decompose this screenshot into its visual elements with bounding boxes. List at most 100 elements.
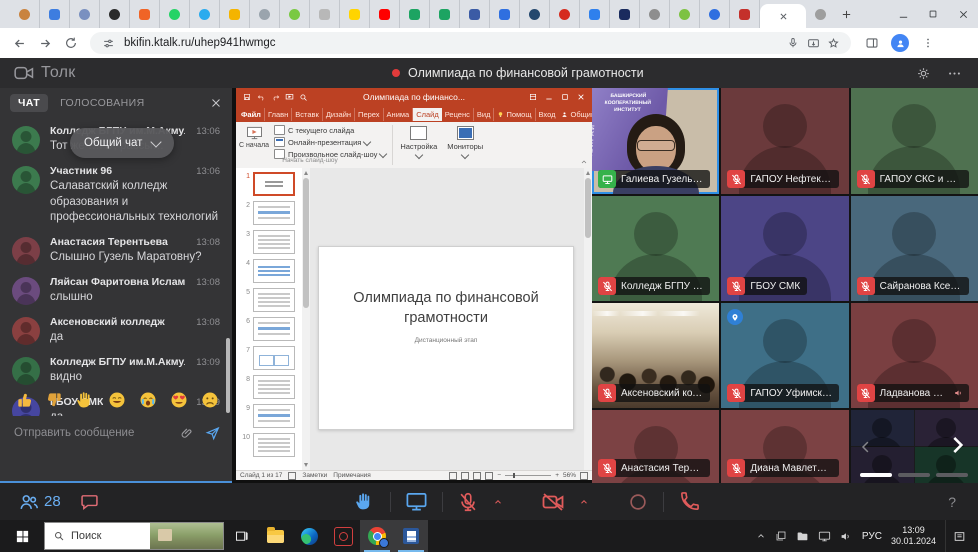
ppt-tab-помощ[interactable]: Помощ — [494, 108, 535, 121]
ribbon-row-button[interactable]: Онлайн-презентация — [274, 137, 386, 147]
profile-avatar[interactable] — [891, 34, 909, 52]
scroll-up-icon[interactable] — [304, 171, 308, 175]
url-text[interactable]: bkifin.ktalk.ru/uhep941hwmgc — [124, 37, 783, 49]
edge-button[interactable] — [292, 520, 326, 552]
ppt-tab-вход[interactable]: Вход — [536, 108, 559, 121]
frown-reaction-icon[interactable] — [200, 390, 220, 410]
ppt-tab-общий доступ[interactable]: Общий доступ — [558, 108, 592, 121]
tab-favicon-19[interactable] — [550, 0, 580, 28]
minimize-icon[interactable] — [888, 0, 918, 28]
participant-tile[interactable]: Диана Мавлетбер... — [721, 410, 848, 483]
notification-center-button[interactable] — [945, 520, 972, 552]
view-slideshow-icon[interactable] — [485, 472, 493, 480]
record-button[interactable] — [627, 491, 649, 513]
tab-favicon-7[interactable] — [190, 0, 220, 28]
microphone-muted-button[interactable] — [457, 491, 479, 513]
tab-favicon-3[interactable] — [70, 0, 100, 28]
ppt-close-icon[interactable] — [574, 90, 588, 104]
carousel-page-indicator[interactable] — [898, 473, 930, 477]
scroll-up-icon[interactable] — [586, 171, 590, 175]
participant-tile[interactable]: ГАПОУ СКС и ПТ Т... — [851, 88, 978, 194]
browser-menu-icon[interactable] — [915, 30, 941, 56]
scroll-thumb[interactable] — [303, 178, 309, 308]
cast-icon[interactable] — [803, 33, 823, 53]
settings-gear-icon[interactable] — [916, 66, 931, 81]
slide-thumbnail-panel[interactable]: 12345678910 — [236, 168, 302, 470]
camera-off-button[interactable] — [541, 490, 565, 514]
ppt-tab-дизайн[interactable]: Дизайн — [323, 108, 355, 121]
help-button[interactable]: ? — [948, 494, 956, 510]
inactive-tab[interactable] — [806, 0, 834, 28]
carousel-page-indicator[interactable] — [936, 473, 968, 477]
tray-expand-icon[interactable] — [756, 531, 766, 541]
ppt-tab-вставк[interactable]: Вставк — [292, 108, 323, 121]
zoom-slider[interactable] — [505, 475, 551, 476]
participant-tile[interactable]: Ладванова Ана... — [851, 303, 978, 408]
tab-favicon-8[interactable] — [220, 0, 250, 28]
participant-tile-classroom[interactable]: Аксеновский колл... — [592, 303, 719, 408]
tab-favicon-5[interactable] — [130, 0, 160, 28]
tab-favicon-20[interactable] — [580, 0, 610, 28]
thumbnail-scrollbar[interactable] — [302, 168, 310, 470]
fit-window-icon[interactable] — [580, 472, 588, 480]
tab-favicon-9[interactable] — [250, 0, 280, 28]
tab-favicon-1[interactable] — [10, 0, 40, 28]
slide-thumbnail-2[interactable]: 2 — [236, 201, 302, 230]
close-icon[interactable] — [948, 0, 978, 28]
side-panel-icon[interactable] — [859, 30, 885, 56]
participant-tile[interactable]: Сайранова Ксения... — [851, 196, 978, 301]
view-reading-icon[interactable] — [473, 472, 481, 480]
tab-favicon-12[interactable] — [340, 0, 370, 28]
search-icon[interactable] — [296, 90, 310, 104]
carousel-next-icon[interactable] — [944, 432, 970, 458]
carousel-page-indicator[interactable] — [860, 473, 892, 477]
comments-button[interactable]: Примечания — [333, 472, 371, 479]
search-highlight-image[interactable] — [150, 523, 223, 549]
ppt-tab-перех[interactable]: Перех — [355, 108, 384, 121]
tab-favicon-4[interactable] — [100, 0, 130, 28]
thumbs-down-reaction-icon[interactable] — [45, 390, 65, 410]
participant-tile[interactable]: ГБОУ СМК — [721, 196, 848, 301]
wave-reaction-icon[interactable] — [76, 390, 96, 410]
ribbon-monitors-button[interactable]: Мониторы — [442, 122, 488, 168]
slide[interactable]: Олимпиада по финансовой грамотности Дист… — [318, 246, 574, 430]
ppt-minimize-icon[interactable] — [542, 90, 556, 104]
chat-close-icon[interactable] — [210, 97, 222, 109]
slide-thumbnail-8[interactable]: 8 — [236, 375, 302, 404]
mic-options-chevron[interactable] — [493, 497, 503, 507]
participant-tile[interactable]: ГАПОУ Уфимский ... — [721, 303, 848, 408]
notes-button[interactable]: Заметки — [302, 472, 327, 479]
laugh-reaction-icon[interactable] — [107, 390, 127, 410]
thumbs-up-reaction-icon[interactable] — [14, 390, 34, 410]
scroll-thumb[interactable] — [585, 178, 591, 238]
view-normal-icon[interactable] — [449, 472, 457, 480]
slide-thumbnail-6[interactable]: 6 — [236, 317, 302, 346]
tab-chat[interactable]: ЧАТ — [10, 94, 48, 112]
site-info-icon[interactable] — [98, 33, 118, 53]
ribbon-row-button[interactable]: С текущего слайда — [274, 125, 386, 135]
more-options-icon[interactable] — [947, 66, 962, 81]
canvas-scrollbar[interactable] — [584, 168, 592, 470]
participant-tile[interactable]: Анастасия Теренть... — [592, 410, 719, 483]
ppt-tab-вид[interactable]: Вид — [474, 108, 495, 121]
slide-thumbnail-9[interactable]: 9 — [236, 404, 302, 433]
redo-icon[interactable] — [268, 90, 282, 104]
tab-favicon-24[interactable] — [700, 0, 730, 28]
cry-reaction-icon[interactable] — [138, 390, 158, 410]
participants-button[interactable]: 28 — [18, 491, 61, 513]
ppt-tab-файл[interactable]: Файл — [238, 108, 265, 121]
tab-favicon-22[interactable] — [640, 0, 670, 28]
taskbar-search[interactable]: Поиск — [44, 522, 224, 550]
forward-icon[interactable] — [32, 30, 58, 56]
slide-thumbnail-10[interactable]: 10 — [236, 433, 302, 462]
participant-tile[interactable]: Колледж БГПУ им.... — [592, 196, 719, 301]
tab-close-icon[interactable] — [779, 12, 788, 21]
zoom-in-button[interactable]: + — [555, 472, 559, 479]
task-view-button[interactable] — [224, 520, 258, 552]
ppt-maximize-icon[interactable] — [558, 90, 572, 104]
tab-polls[interactable]: ГОЛОСОВАНИЯ — [60, 97, 145, 109]
tab-favicon-2[interactable] — [40, 0, 70, 28]
tray-volume-icon[interactable] — [840, 530, 853, 543]
zoom-out-button[interactable]: − — [497, 472, 501, 479]
address-bar[interactable]: bkifin.ktalk.ru/uhep941hwmgc — [90, 32, 851, 54]
